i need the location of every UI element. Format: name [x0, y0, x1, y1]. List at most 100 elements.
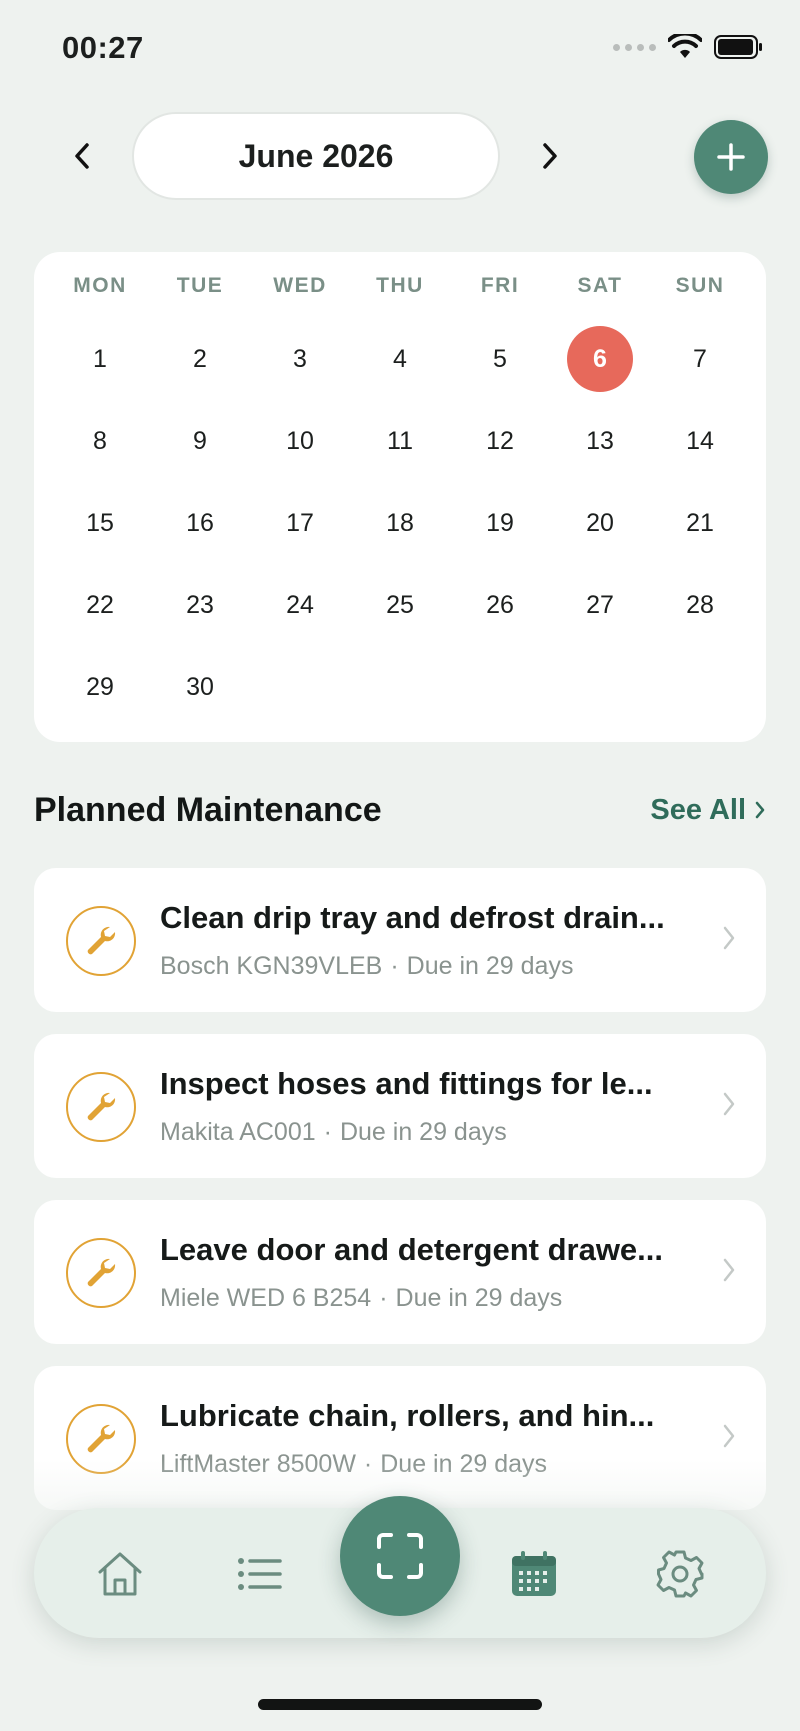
calendar-day[interactable]: 12 — [450, 400, 550, 482]
task-device: Miele WED 6 B254 — [160, 1284, 372, 1312]
calendar-day[interactable]: 26 — [450, 564, 550, 646]
chevron-right-icon — [723, 1424, 735, 1448]
calendar-day-number: 15 — [86, 508, 114, 537]
month-selector[interactable]: June 2026 — [132, 112, 500, 200]
task-list: Clean drip tray and defrost drain... Bosc… — [34, 868, 766, 1532]
task-device: Makita AC001 — [160, 1118, 316, 1146]
calendar-day[interactable]: 30 — [150, 646, 250, 728]
calendar-day-number: 19 — [486, 508, 514, 537]
calendar-day[interactable]: 3 — [250, 318, 350, 400]
calendar-day[interactable]: 1 — [50, 318, 150, 400]
calendar-day-number: 7 — [693, 344, 707, 373]
calendar-day-number: 6 — [567, 326, 633, 392]
calendar-day[interactable]: 25 — [350, 564, 450, 646]
tab-settings[interactable] — [650, 1544, 710, 1604]
month-header: June 2026 — [0, 110, 800, 202]
calendar-day-number: 26 — [486, 590, 514, 619]
calendar-day-number: 27 — [586, 590, 614, 619]
previous-month-button[interactable] — [60, 134, 104, 178]
see-all-link[interactable]: See All — [650, 794, 766, 827]
calendar-day-number: 22 — [86, 590, 114, 619]
calendar-day-number: 1 — [93, 344, 107, 373]
weekday-label: SAT — [577, 274, 623, 297]
scan-icon — [377, 1533, 423, 1579]
wrench-icon — [66, 906, 136, 976]
calendar-day[interactable]: 11 — [350, 400, 450, 482]
calendar-day-number: 23 — [186, 590, 214, 619]
weekday-label: FRI — [480, 274, 520, 297]
status-icons — [613, 34, 764, 60]
chevron-right-icon — [543, 143, 557, 169]
task-title: Clean drip tray and defrost drain... — [160, 900, 665, 935]
section-title: Planned Maintenance — [34, 790, 382, 829]
calendar-day-today[interactable]: 6 — [550, 318, 650, 400]
task-due: Due in 29 days — [395, 1284, 563, 1312]
chevron-right-icon — [723, 1092, 735, 1116]
calendar-day[interactable]: 24 — [250, 564, 350, 646]
see-all-label: See All — [650, 793, 746, 826]
calendar-day[interactable]: 21 — [650, 482, 750, 564]
calendar-day[interactable]: 27 — [550, 564, 650, 646]
calendar-day-number: 20 — [586, 508, 614, 537]
calendar-day[interactable]: 16 — [150, 482, 250, 564]
calendar-day-number: 21 — [686, 508, 714, 537]
calendar-day-number: 25 — [386, 590, 414, 619]
calendar-day-number: 11 — [387, 426, 413, 455]
calendar-day[interactable]: 15 — [50, 482, 150, 564]
tab-list[interactable] — [230, 1544, 290, 1604]
chevron-right-icon — [723, 1258, 735, 1282]
task-device: Bosch KGN39VLEB — [160, 952, 383, 980]
next-month-button[interactable] — [528, 134, 572, 178]
days-grid: 1 2 3 4 5 6 7 8 9 10 11 12 13 14 15 16 17 18 19 20 21 22 23 24 2… — [34, 318, 766, 728]
calendar-day-number: 18 — [386, 508, 414, 537]
wrench-icon — [66, 1072, 136, 1142]
maintenance-task-card[interactable]: Inspect hoses and fittings for le... Maki… — [34, 1034, 766, 1178]
calendar-day-number: 16 — [186, 508, 214, 537]
calendar-day[interactable]: 9 — [150, 400, 250, 482]
calendar-day[interactable]: 22 — [50, 564, 150, 646]
calendar-day[interactable]: 10 — [250, 400, 350, 482]
tab-calendar[interactable] — [504, 1544, 564, 1604]
tab-home[interactable] — [90, 1544, 150, 1604]
calendar-day-number: 3 — [293, 344, 307, 373]
maintenance-task-card[interactable]: Leave door and detergent drawe... Miele W… — [34, 1200, 766, 1344]
calendar-day[interactable]: 23 — [150, 564, 250, 646]
calendar-day[interactable]: 2 — [150, 318, 250, 400]
calendar-day[interactable]: 13 — [550, 400, 650, 482]
gear-icon — [656, 1550, 704, 1598]
calendar-day-number: 5 — [493, 344, 507, 373]
home-indicator — [258, 1699, 542, 1710]
task-subtitle: Miele WED 6 B254 · Due in 29 days — [160, 1284, 562, 1313]
chevron-right-icon — [755, 801, 765, 819]
calendar-day[interactable]: 18 — [350, 482, 450, 564]
status-time: 00:27 — [62, 30, 144, 65]
calendar-day[interactable]: 7 — [650, 318, 750, 400]
calendar-day[interactable]: 14 — [650, 400, 750, 482]
calendar-day-number: 17 — [286, 508, 314, 537]
calendar-day[interactable]: 5 — [450, 318, 550, 400]
calendar-day[interactable]: 17 — [250, 482, 350, 564]
calendar-day[interactable]: 19 — [450, 482, 550, 564]
task-subtitle: Makita AC001 · Due in 29 days — [160, 1118, 507, 1147]
calendar-day[interactable]: 8 — [50, 400, 150, 482]
calendar-day[interactable]: 28 — [650, 564, 750, 646]
weekday-row: MON TUE WED THU FRI SAT SUN — [34, 274, 766, 298]
calendar-day[interactable]: 4 — [350, 318, 450, 400]
task-title: Inspect hoses and fittings for le... — [160, 1066, 653, 1101]
maintenance-task-card[interactable]: Clean drip tray and defrost drain... Bosc… — [34, 868, 766, 1012]
calendar-day-number: 8 — [93, 426, 107, 455]
section-header: Planned Maintenance See All — [34, 788, 766, 832]
task-due: Due in 29 days — [339, 1118, 507, 1146]
calendar-day-number: 2 — [193, 344, 207, 373]
plus-icon — [717, 143, 745, 171]
calendar-day[interactable]: 29 — [50, 646, 150, 728]
wrench-icon — [66, 1238, 136, 1308]
calendar-day-number: 12 — [486, 426, 514, 455]
calendar-day[interactable]: 20 — [550, 482, 650, 564]
calendar-day-number: 4 — [393, 344, 407, 373]
add-button[interactable] — [694, 120, 768, 194]
calendar-day-number: 29 — [86, 672, 114, 701]
task-title: Lubricate chain, rollers, and hin... — [160, 1398, 655, 1433]
list-icon — [238, 1558, 282, 1590]
scan-button[interactable] — [340, 1496, 460, 1616]
